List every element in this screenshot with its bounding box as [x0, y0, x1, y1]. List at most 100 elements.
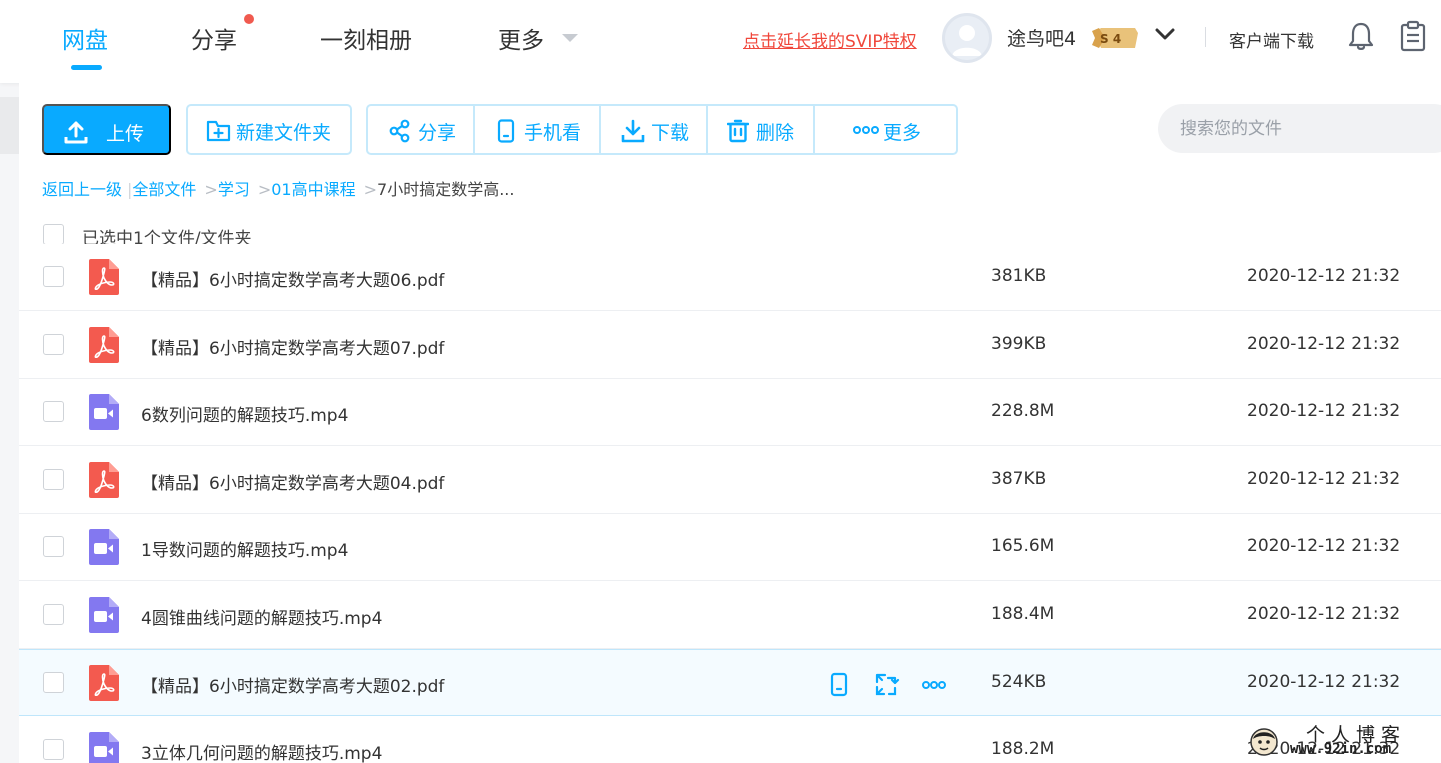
select-all-checkbox[interactable]	[43, 224, 64, 245]
file-size: 381KB	[991, 266, 1047, 286]
delete-label: 删除	[756, 122, 795, 144]
row-more-icon[interactable]	[922, 681, 946, 689]
search-input[interactable]	[1158, 104, 1441, 153]
download-icon	[621, 119, 645, 143]
file-date: 2020-12-12 21:32	[1247, 333, 1401, 354]
video-file-icon	[89, 394, 119, 430]
video-file-icon	[89, 596, 119, 633]
share-button[interactable]: 分享	[368, 106, 474, 153]
avatar[interactable]	[942, 13, 992, 63]
file-size: 524KB	[991, 672, 1047, 692]
trash-icon	[727, 119, 749, 143]
file-row[interactable]: 【精品】6小时搞定数学高考大题06.pdf 381KB 2020-12-12 2…	[19, 244, 1441, 311]
file-name[interactable]: 【精品】6小时搞定数学高考大题06.pdf	[141, 266, 444, 291]
file-name[interactable]: 【精品】6小时搞定数学高考大题02.pdf	[141, 672, 444, 697]
breadcrumb-high-school[interactable]: 01高中课程	[271, 180, 355, 199]
file-size: 188.4M	[991, 603, 1055, 624]
breadcrumb-separator: >	[257, 180, 272, 199]
file-type-icon-wrap	[19, 326, 139, 363]
user-menu-chevron-icon[interactable]	[1155, 27, 1175, 41]
file-size: 188.2M	[991, 738, 1055, 759]
top-divider	[1205, 27, 1206, 47]
file-row[interactable]: 【精品】6小时搞定数学高考大题02.pdf 524KB 2020-12-12 2…	[19, 649, 1441, 716]
new-folder-button[interactable]: 新建文件夹	[186, 104, 352, 155]
file-row[interactable]: 【精品】6小时搞定数学高考大题04.pdf 387KB 2020-12-12 2…	[19, 446, 1441, 514]
file-row[interactable]: 3立体几何问题的解题技巧.mp4 188.2M 2020-12-12 21:32	[19, 716, 1441, 763]
delete-button[interactable]: 删除	[708, 106, 814, 153]
tab-netdisk[interactable]: 网盘	[62, 21, 108, 55]
watermark-face-icon	[1250, 728, 1278, 756]
tab-share[interactable]: 分享	[191, 21, 237, 55]
breadcrumb-back[interactable]: 返回上一级	[42, 180, 122, 199]
file-name[interactable]: 6数列问题的解题技巧.mp4	[141, 401, 348, 426]
file-action-group: 分享 手机看 下载 删除 更多	[366, 104, 958, 155]
row-move-icon[interactable]	[875, 673, 900, 696]
download-label: 下载	[651, 122, 690, 144]
share-icon	[389, 119, 410, 143]
breadcrumb-separator: >	[363, 180, 378, 199]
file-row[interactable]: 6数列问题的解题技巧.mp4 228.8M 2020-12-12 21:32	[19, 379, 1441, 446]
file-size: 165.6M	[991, 536, 1055, 556]
file-row[interactable]: 1导数问题的解题技巧.mp4 165.6M 2020-12-12 21:32	[19, 514, 1441, 581]
username[interactable]: 途鸟吧4	[1007, 24, 1076, 51]
breadcrumb-current: 7小时搞定数学高...	[377, 180, 515, 199]
svip-level-badge-icon: S 4	[1092, 28, 1138, 48]
clipboard-icon[interactable]	[1400, 20, 1426, 52]
tab-more[interactable]: 更多	[498, 21, 544, 55]
file-name[interactable]: 4圆锥曲线问题的解题技巧.mp4	[141, 604, 382, 629]
download-button[interactable]: 下载	[601, 106, 707, 153]
new-folder-icon	[206, 120, 231, 142]
file-type-icon-wrap	[19, 394, 139, 430]
more-actions-button[interactable]: 更多	[815, 106, 956, 153]
breadcrumb-separator: >	[204, 180, 218, 199]
left-sidebar-collapsed	[0, 97, 19, 154]
tab-album[interactable]: 一刻相册	[320, 21, 412, 55]
avatar-user-icon	[945, 16, 989, 60]
file-size: 399KB	[991, 333, 1047, 354]
file-date: 2020-12-12 21:32	[1247, 468, 1401, 489]
upload-button[interactable]: 上传	[42, 104, 171, 155]
file-date: 2020-12-12 21:32	[1247, 266, 1401, 286]
file-name[interactable]: 【精品】6小时搞定数学高考大题07.pdf	[141, 334, 444, 359]
watermark-url: www.92in.com	[1290, 741, 1392, 757]
file-size: 228.8M	[991, 401, 1055, 421]
top-nav: 网盘 分享 一刻相册 更多 点击延长我的SVIP特权 途鸟吧4 S 4 客户端下…	[0, 0, 1441, 83]
blog-watermark: 个人博客 www.92in.com	[1248, 720, 1438, 763]
file-row[interactable]: 【精品】6小时搞定数学高考大题07.pdf 399KB 2020-12-12 2…	[19, 311, 1441, 379]
share-notification-dot	[244, 14, 254, 24]
phone-view-button[interactable]: 手机看	[475, 106, 600, 153]
file-date: 2020-12-12 21:32	[1247, 672, 1401, 692]
file-name[interactable]: 3立体几何问题的解题技巧.mp4	[141, 739, 382, 763]
upload-icon	[64, 121, 88, 144]
row-hover-actions	[830, 672, 946, 697]
breadcrumb-all-files[interactable]: 全部文件	[132, 180, 196, 199]
pdf-file-icon	[89, 461, 119, 498]
more-caret-icon[interactable]	[562, 34, 578, 42]
pdf-file-icon	[89, 326, 119, 363]
file-type-icon-wrap	[19, 461, 139, 498]
file-row[interactable]: 4圆锥曲线问题的解题技巧.mp4 188.4M 2020-12-12 21:32	[19, 581, 1441, 649]
file-date: 2020-12-12 21:32	[1247, 536, 1401, 556]
share-label: 分享	[418, 122, 457, 144]
more-dots-icon	[853, 126, 879, 134]
pdf-file-icon	[89, 259, 119, 295]
file-name[interactable]: 1导数问题的解题技巧.mp4	[141, 536, 348, 561]
pdf-file-icon	[89, 665, 119, 701]
active-tab-indicator	[71, 65, 102, 70]
phone-icon	[497, 119, 515, 143]
breadcrumb-study[interactable]: 学习	[218, 180, 250, 199]
client-download-link[interactable]: 客户端下载	[1229, 27, 1314, 52]
video-file-icon	[89, 529, 119, 565]
breadcrumb: 返回上一级 |全部文件 >学习 >01高中课程 >7小时搞定数学高...	[42, 176, 514, 200]
upload-label: 上传	[106, 124, 145, 145]
phone-view-label: 手机看	[524, 122, 582, 144]
file-name[interactable]: 【精品】6小时搞定数学高考大题04.pdf	[141, 469, 444, 494]
svip-extend-link[interactable]: 点击延长我的SVIP特权	[743, 27, 917, 52]
row-phone-view-icon[interactable]	[830, 672, 848, 697]
video-file-icon	[89, 731, 119, 763]
new-folder-label: 新建文件夹	[236, 123, 332, 144]
file-type-icon-wrap	[19, 259, 139, 295]
bell-icon[interactable]	[1348, 21, 1374, 51]
svip-badge-text: S 4	[1100, 32, 1121, 46]
file-date: 2020-12-12 21:32	[1247, 401, 1401, 421]
